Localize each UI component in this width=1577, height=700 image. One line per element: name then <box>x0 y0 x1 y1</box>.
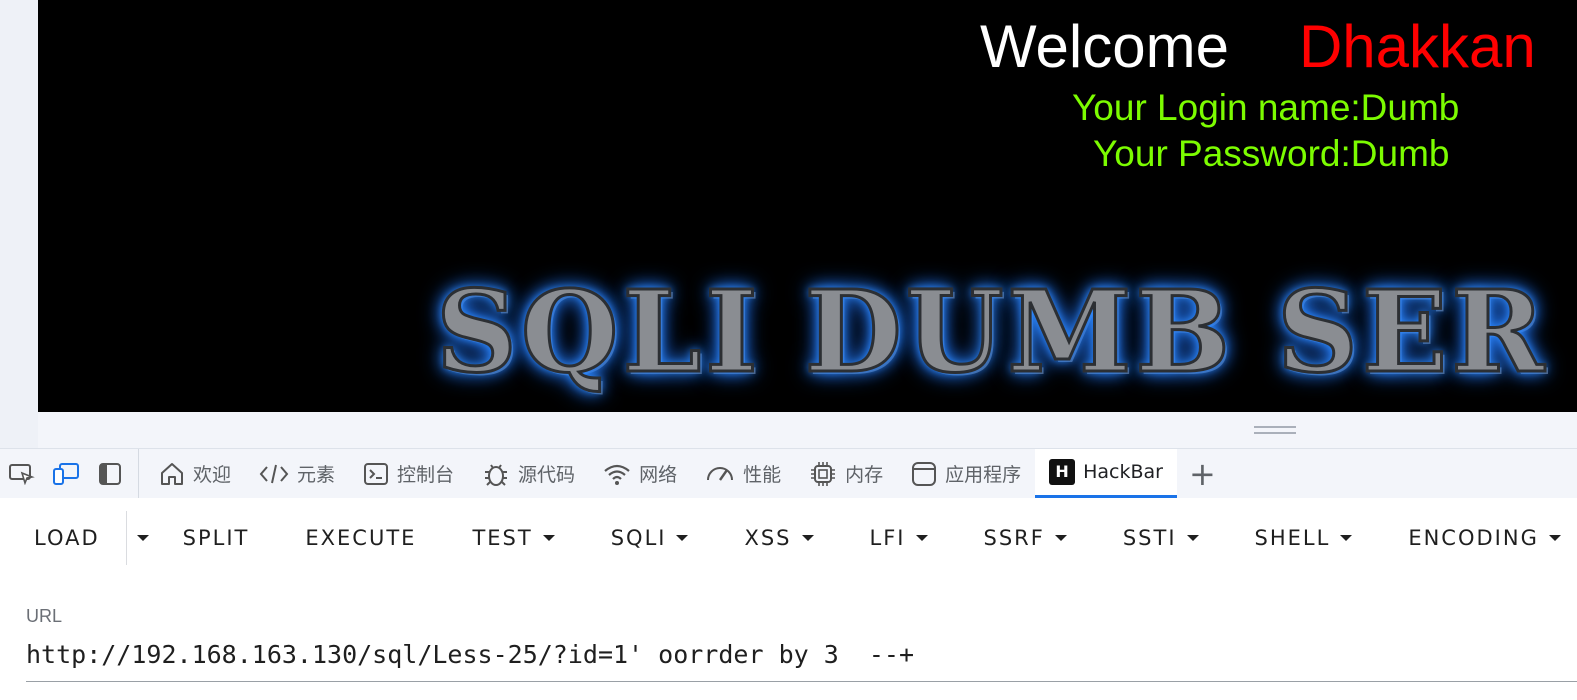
tab-label: 应用程序 <box>945 464 1022 486</box>
tab-hackbar[interactable]: H HackBar <box>1035 448 1177 499</box>
ssti-label: SSTI <box>1122 526 1177 550</box>
lfi-menu-button[interactable]: LFI <box>870 526 928 550</box>
left-gutter <box>0 0 38 412</box>
ssrf-menu-button[interactable]: SSRF <box>984 526 1067 550</box>
url-field-label: URL <box>26 606 63 626</box>
xss-menu-button[interactable]: XSS <box>744 526 814 550</box>
dock-side-button[interactable] <box>88 449 132 499</box>
chevron-down-icon <box>1054 535 1067 541</box>
tab-welcome[interactable]: 欢迎 <box>145 449 245 499</box>
hackbar-logo-icon: H <box>1049 458 1076 485</box>
tab-memory[interactable]: 内存 <box>795 449 897 499</box>
test-menu-button[interactable]: TEST <box>472 526 555 550</box>
shell-menu-button[interactable]: SHELL <box>1255 526 1353 550</box>
tab-performance[interactable]: 性能 <box>691 449 795 499</box>
load-button[interactable]: LOAD <box>34 526 100 550</box>
app-window-icon <box>911 461 937 487</box>
execute-button[interactable]: EXECUTE <box>305 526 416 550</box>
tab-application[interactable]: 应用程序 <box>897 449 1035 499</box>
ssti-menu-button[interactable]: SSTI <box>1123 526 1199 550</box>
test-label: TEST <box>472 526 533 550</box>
login-name-line: Your Login name:Dumb <box>1072 87 1460 128</box>
chevron-down-icon <box>136 535 149 541</box>
lfi-label: LFI <box>869 526 906 550</box>
tab-sources[interactable]: 源代码 <box>468 449 589 499</box>
home-icon <box>159 461 185 487</box>
encoding-label: ENCODING <box>1408 526 1539 550</box>
device-icon <box>53 462 79 485</box>
encoding-menu-button[interactable]: ENCODING <box>1408 526 1561 550</box>
devtools-tab-bar: 欢迎 元素 控制台 源代码 网络 性能 内存 应用程序 H HackBar + <box>0 448 1577 499</box>
sidebar-panel-icon <box>99 462 121 485</box>
devtools-splitter[interactable] <box>0 412 1577 448</box>
hackbar-toolbar: LOAD SPLIT EXECUTE TEST SQLI XSS LFI SSR… <box>0 498 1577 578</box>
tab-label: 源代码 <box>518 464 576 486</box>
chip-icon <box>809 460 837 488</box>
splitter-gutter <box>0 412 38 448</box>
toolbar-divider <box>138 448 139 499</box>
tab-console[interactable]: 控制台 <box>349 449 468 499</box>
wifi-icon <box>603 462 631 486</box>
tab-label: HackBar <box>1083 460 1163 483</box>
sqli-banner-text: SQLI DUMB SER <box>434 266 1549 399</box>
ssrf-label: SSRF <box>983 526 1045 550</box>
tab-elements[interactable]: 元素 <box>245 449 349 499</box>
chevron-down-icon <box>915 535 928 541</box>
split-label: SPLIT <box>182 526 250 550</box>
code-icon <box>259 462 289 486</box>
welcome-heading: Welcome Dhakkan <box>980 12 1536 82</box>
web-page-viewport: Welcome Dhakkan Your Login name:Dumb Your… <box>38 0 1577 412</box>
drag-handle-icon[interactable] <box>1254 426 1296 434</box>
chevron-down-icon <box>1548 535 1561 541</box>
tab-label: 性能 <box>743 464 782 486</box>
inspect-element-button[interactable] <box>0 449 44 499</box>
chevron-down-icon <box>1340 535 1353 541</box>
plus-icon: + <box>1189 454 1216 493</box>
device-emulation-button[interactable] <box>44 449 88 499</box>
sqli-label: SQLI <box>610 526 667 550</box>
tab-label: 元素 <box>297 464 336 486</box>
chevron-down-icon <box>676 535 689 541</box>
xss-label: XSS <box>744 526 792 550</box>
load-divider <box>125 511 127 565</box>
split-button[interactable]: SPLIT <box>183 526 250 550</box>
load-label: LOAD <box>34 526 100 550</box>
welcome-text: Welcome <box>980 13 1229 80</box>
add-tab-button[interactable]: + <box>1177 449 1228 499</box>
username-text: Dhakkan <box>1298 13 1536 80</box>
tab-label: 网络 <box>639 464 678 486</box>
url-input[interactable]: http://192.168.163.130/sql/Less-25/?id=1… <box>26 640 1577 682</box>
tab-label: 欢迎 <box>193 464 232 486</box>
sqli-menu-button[interactable]: SQLI <box>611 526 689 550</box>
tab-label: 控制台 <box>397 464 455 486</box>
tab-label: 内存 <box>845 464 884 486</box>
chevron-down-icon <box>542 535 555 541</box>
inspect-icon <box>9 463 35 485</box>
execute-label: EXECUTE <box>305 526 417 550</box>
chevron-down-icon <box>801 535 814 541</box>
console-icon <box>363 462 389 486</box>
shell-label: SHELL <box>1254 526 1331 550</box>
tab-network[interactable]: 网络 <box>589 449 691 499</box>
hackbar-logo-letter: H <box>1049 458 1076 485</box>
load-dropdown-button[interactable] <box>136 535 149 541</box>
password-line: Your Password:Dumb <box>1093 133 1450 174</box>
gauge-icon <box>705 462 735 486</box>
bug-icon <box>482 460 510 488</box>
chevron-down-icon <box>1186 535 1199 541</box>
